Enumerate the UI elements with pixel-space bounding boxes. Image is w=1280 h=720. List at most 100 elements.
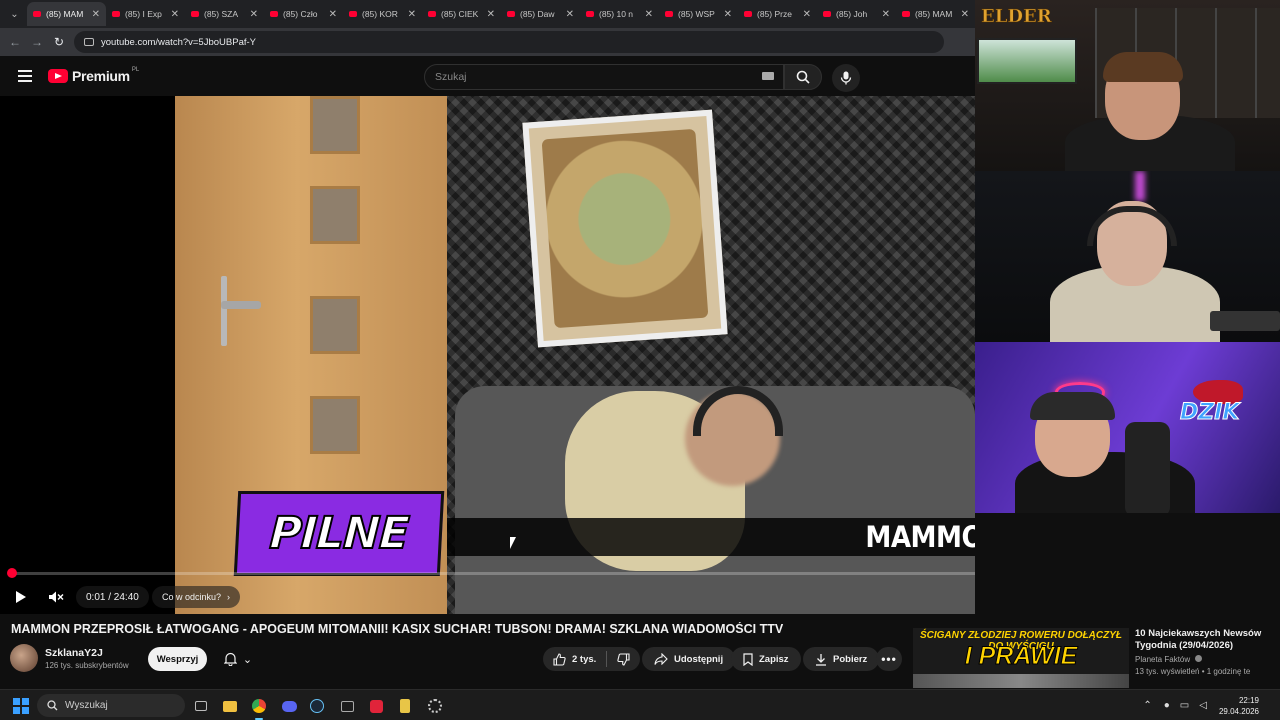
- clock[interactable]: 22:19 29.04.2026: [1219, 695, 1259, 717]
- dislike-button[interactable]: [607, 652, 640, 666]
- tab-title: (85) MAM: [915, 9, 953, 19]
- elder-logo: ELDER: [981, 6, 1052, 28]
- microphone-icon[interactable]: ●: [1164, 700, 1170, 711]
- browser-tab[interactable]: (85) Prze ✕: [738, 2, 817, 26]
- browser-tab[interactable]: (85) WSP ✕: [659, 2, 738, 26]
- progress-scrubber[interactable]: [7, 568, 17, 578]
- video-player[interactable]: PILNE MAMMON PRZE 0:01 / 24:40 Co w odci…: [0, 96, 975, 614]
- notification-icon[interactable]: [1271, 699, 1274, 713]
- browser-tab[interactable]: (85) MAM ✕: [27, 2, 106, 26]
- recommended-video[interactable]: ŚCIGANY ZŁODZIEJ ROWERU DOŁĄCZYŁ DO WYŚC…: [913, 628, 1280, 688]
- app-yellow-icon[interactable]: [394, 695, 416, 717]
- close-tab-icon[interactable]: ✕: [92, 9, 100, 20]
- save-button[interactable]: Zapisz: [731, 647, 801, 671]
- webcam-streamer-3: DZIK: [975, 342, 1280, 513]
- xbox-icon[interactable]: [336, 695, 358, 717]
- youtube-favicon-icon: [270, 11, 278, 17]
- youtube-favicon-icon: [744, 11, 752, 17]
- tab-title: (85) KOR: [362, 9, 398, 19]
- save-group: Zapisz: [731, 647, 801, 671]
- thumbs-up-icon: [553, 652, 566, 666]
- browser-tab[interactable]: (85) Daw ✕: [501, 2, 580, 26]
- channel-avatar[interactable]: [10, 644, 38, 672]
- search-button[interactable]: [784, 64, 822, 90]
- taskbar-search[interactable]: Wyszukaj: [37, 694, 185, 717]
- close-tab-icon[interactable]: ✕: [724, 9, 732, 20]
- close-tab-icon[interactable]: ✕: [250, 9, 258, 20]
- close-tab-icon[interactable]: ✕: [803, 9, 811, 20]
- youtube-logo[interactable]: Premium PL: [48, 67, 139, 84]
- support-button[interactable]: Wesprzyj: [148, 647, 207, 671]
- volume-icon[interactable]: ◁: [1199, 700, 1207, 711]
- like-count: 2 tys.: [572, 653, 597, 665]
- chevron-down-icon: ⌄: [242, 653, 253, 666]
- app-red-icon[interactable]: [365, 695, 387, 717]
- youtube-favicon-icon: [586, 11, 594, 17]
- search-input[interactable]: Szukaj: [424, 64, 784, 90]
- browser-toolbar: ← → ↻ youtube.com/watch?v=5JboUBPaf-Y: [0, 28, 975, 56]
- ticker-text: MAMMON PRZE: [865, 520, 975, 554]
- close-tab-icon[interactable]: ✕: [329, 9, 337, 20]
- recommended-thumbnail[interactable]: ŚCIGANY ZŁODZIEJ ROWERU DOŁĄCZYŁ DO WYŚC…: [913, 628, 1129, 688]
- browser-tab[interactable]: (85) SZA ✕: [185, 2, 264, 26]
- taskbar-search-placeholder: Wyszukaj: [65, 700, 108, 711]
- like-button[interactable]: 2 tys.: [543, 652, 606, 666]
- progress-bar[interactable]: [7, 568, 975, 578]
- display-icon[interactable]: ▭: [1180, 700, 1189, 711]
- keyboard-icon[interactable]: [762, 72, 774, 80]
- channel-info[interactable]: SzklanaY2J 126 tys. subskrybentów: [10, 644, 129, 672]
- chapter-button[interactable]: Co w odcinku? ›: [152, 586, 241, 608]
- address-bar[interactable]: youtube.com/watch?v=5JboUBPaf-Y: [74, 31, 944, 53]
- chrome-icon[interactable]: [248, 695, 270, 720]
- thumb-photo-strip: [913, 674, 1129, 688]
- browser-tab[interactable]: (85) Joh ✕: [817, 2, 896, 26]
- search-icon: [47, 700, 58, 711]
- site-info-icon[interactable]: [84, 38, 94, 46]
- browser-tab[interactable]: (85) Czło ✕: [264, 2, 343, 26]
- close-tab-icon[interactable]: ✕: [645, 9, 653, 20]
- youtube-favicon-icon: [665, 11, 673, 17]
- browser-tab[interactable]: (85) MAM ✕: [896, 2, 975, 26]
- close-tab-icon[interactable]: ✕: [961, 9, 969, 20]
- menu-icon[interactable]: [18, 70, 32, 82]
- browser-tab[interactable]: (85) I Exp ✕: [106, 2, 185, 26]
- close-tab-icon[interactable]: ✕: [566, 9, 574, 20]
- forward-icon[interactable]: →: [26, 35, 48, 49]
- notifications-button[interactable]: ⌄: [214, 647, 262, 671]
- close-tab-icon[interactable]: ✕: [171, 9, 179, 20]
- verified-icon: [1195, 655, 1203, 662]
- mouse-cursor-icon: [510, 537, 522, 549]
- app-settings-icon[interactable]: [424, 695, 446, 717]
- channel-name[interactable]: SzklanaY2J: [45, 647, 129, 659]
- steam-icon[interactable]: [306, 695, 328, 717]
- close-tab-icon[interactable]: ✕: [882, 9, 890, 20]
- bookmark-icon: [743, 652, 753, 666]
- tab-search-chevron-icon[interactable]: ⌄: [4, 3, 25, 25]
- more-actions-button[interactable]: •••: [876, 647, 902, 671]
- windows-start-icon[interactable]: [13, 698, 29, 714]
- recommended-title[interactable]: 10 Najciekawszych Newsów Tygodnia (29/04…: [1135, 628, 1280, 652]
- youtube-favicon-icon: [428, 11, 436, 17]
- back-icon[interactable]: ←: [4, 35, 26, 49]
- tab-title: (85) MAM: [46, 9, 84, 19]
- share-button[interactable]: Udostępnij: [642, 647, 736, 671]
- browser-tab[interactable]: (85) 10 n ✕: [580, 2, 659, 26]
- close-tab-icon[interactable]: ✕: [408, 9, 416, 20]
- browser-tab[interactable]: (85) KOR ✕: [343, 2, 422, 26]
- discord-icon[interactable]: [278, 695, 300, 717]
- play-button[interactable]: [10, 586, 32, 608]
- close-tab-icon[interactable]: ✕: [487, 9, 495, 20]
- file-explorer-icon[interactable]: [219, 695, 241, 717]
- url-text: youtube.com/watch?v=5JboUBPaf-Y: [101, 36, 256, 48]
- browser-tab[interactable]: (85) CIEK ✕: [422, 2, 501, 26]
- system-tray: ⌃ ● ▭ ◁ 22:19 29.04.2026: [1143, 690, 1280, 720]
- voice-search-button[interactable]: [832, 64, 860, 92]
- screen: ⌄ (85) MAM ✕ (85) I Exp ✕ (85) SZA ✕ (85) Czło…: [0, 0, 1280, 720]
- task-view-icon[interactable]: [190, 695, 212, 717]
- download-button[interactable]: Pobierz: [803, 647, 880, 671]
- tray-overflow-icon[interactable]: ⌃: [1143, 700, 1151, 711]
- mute-button[interactable]: [45, 586, 67, 608]
- reload-icon[interactable]: ↻: [48, 35, 70, 49]
- download-label: Pobierz: [833, 653, 868, 665]
- tab-list: (85) MAM ✕ (85) I Exp ✕ (85) SZA ✕ (85) Czło ✕(…: [27, 2, 975, 26]
